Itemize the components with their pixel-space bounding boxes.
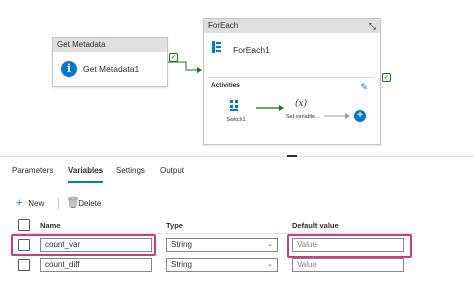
collapse-icon[interactable]: ⤡ (369, 21, 376, 32)
tab-parameters[interactable]: Parameters (12, 163, 53, 183)
tab-variables[interactable]: Variables (68, 163, 104, 183)
highlight-box (287, 234, 412, 258)
delete-label: Delete (78, 199, 102, 208)
variable-type-select[interactable]: String ⌄ (166, 258, 278, 272)
foreach-activity[interactable]: ForEach ⤡ ForEach1 Activities ✎ Switch1 (203, 18, 381, 145)
success-check-icon[interactable]: ✓ (169, 53, 178, 62)
success-arrow (256, 105, 284, 111)
get-metadata-activity[interactable]: Get Metadata i Get Metadata1 (52, 37, 168, 87)
tab-settings[interactable]: Settings (116, 163, 145, 183)
new-button[interactable]: + New (16, 196, 44, 211)
chevron-down-icon: ⌄ (267, 241, 273, 248)
properties-tabs: Parameters Variables Settings Output (0, 163, 474, 183)
highlight-box (11, 234, 156, 256)
foreach-name: ForEach1 (233, 45, 270, 55)
delete-button[interactable]: 🗑 Delete (66, 196, 101, 211)
trash-icon: 🗑 (66, 197, 80, 209)
panel-divider (0, 156, 474, 157)
switch-activity-label: Switch1 (226, 117, 246, 123)
row-checkbox[interactable] (18, 259, 30, 271)
splitter-handle[interactable] (287, 155, 297, 157)
tab-output[interactable]: Output (160, 163, 184, 183)
chevron-down-icon: ⌄ (267, 261, 273, 268)
column-header-name: Name (40, 221, 61, 230)
variable-icon[interactable]: (x) (295, 99, 307, 109)
edit-pencil-icon[interactable]: ✎ (360, 82, 368, 93)
toolbar-separator (58, 198, 59, 209)
get-metadata-header: Get Metadata (53, 38, 167, 52)
add-arrow (324, 113, 350, 119)
success-check-icon[interactable]: ✓ (382, 73, 391, 82)
pipeline-canvas[interactable]: Get Metadata i Get Metadata1 ✓ ForEach ⤡… (0, 0, 474, 152)
variables-toolbar: + New 🗑 Delete (0, 196, 474, 210)
default-value-input[interactable]: Value (292, 258, 404, 272)
column-header-type: Type (166, 221, 183, 230)
get-metadata-name: Get Metadata1 (83, 64, 140, 74)
select-all-checkbox[interactable] (18, 219, 30, 231)
activities-label: Activities (211, 82, 240, 89)
variable-name-input[interactable]: count_diff (40, 258, 152, 272)
foreach-icon (212, 41, 221, 53)
foreach-header: ForEach (204, 19, 380, 33)
add-activity-button[interactable]: + (354, 110, 366, 122)
switch-icon[interactable] (230, 100, 242, 112)
info-icon: i (61, 61, 77, 77)
plus-icon: + (16, 197, 23, 209)
set-variable-activity-label: Set variable... (286, 114, 320, 120)
column-header-default-value: Default value (292, 221, 339, 230)
new-label: New (28, 199, 45, 208)
variable-type-value: String (171, 240, 192, 249)
variable-type-value: String (171, 260, 192, 269)
variable-type-select[interactable]: String ⌄ (166, 238, 278, 252)
activities-container[interactable]: Activities ✎ Switch1 (x) Set variable...… (208, 77, 374, 142)
